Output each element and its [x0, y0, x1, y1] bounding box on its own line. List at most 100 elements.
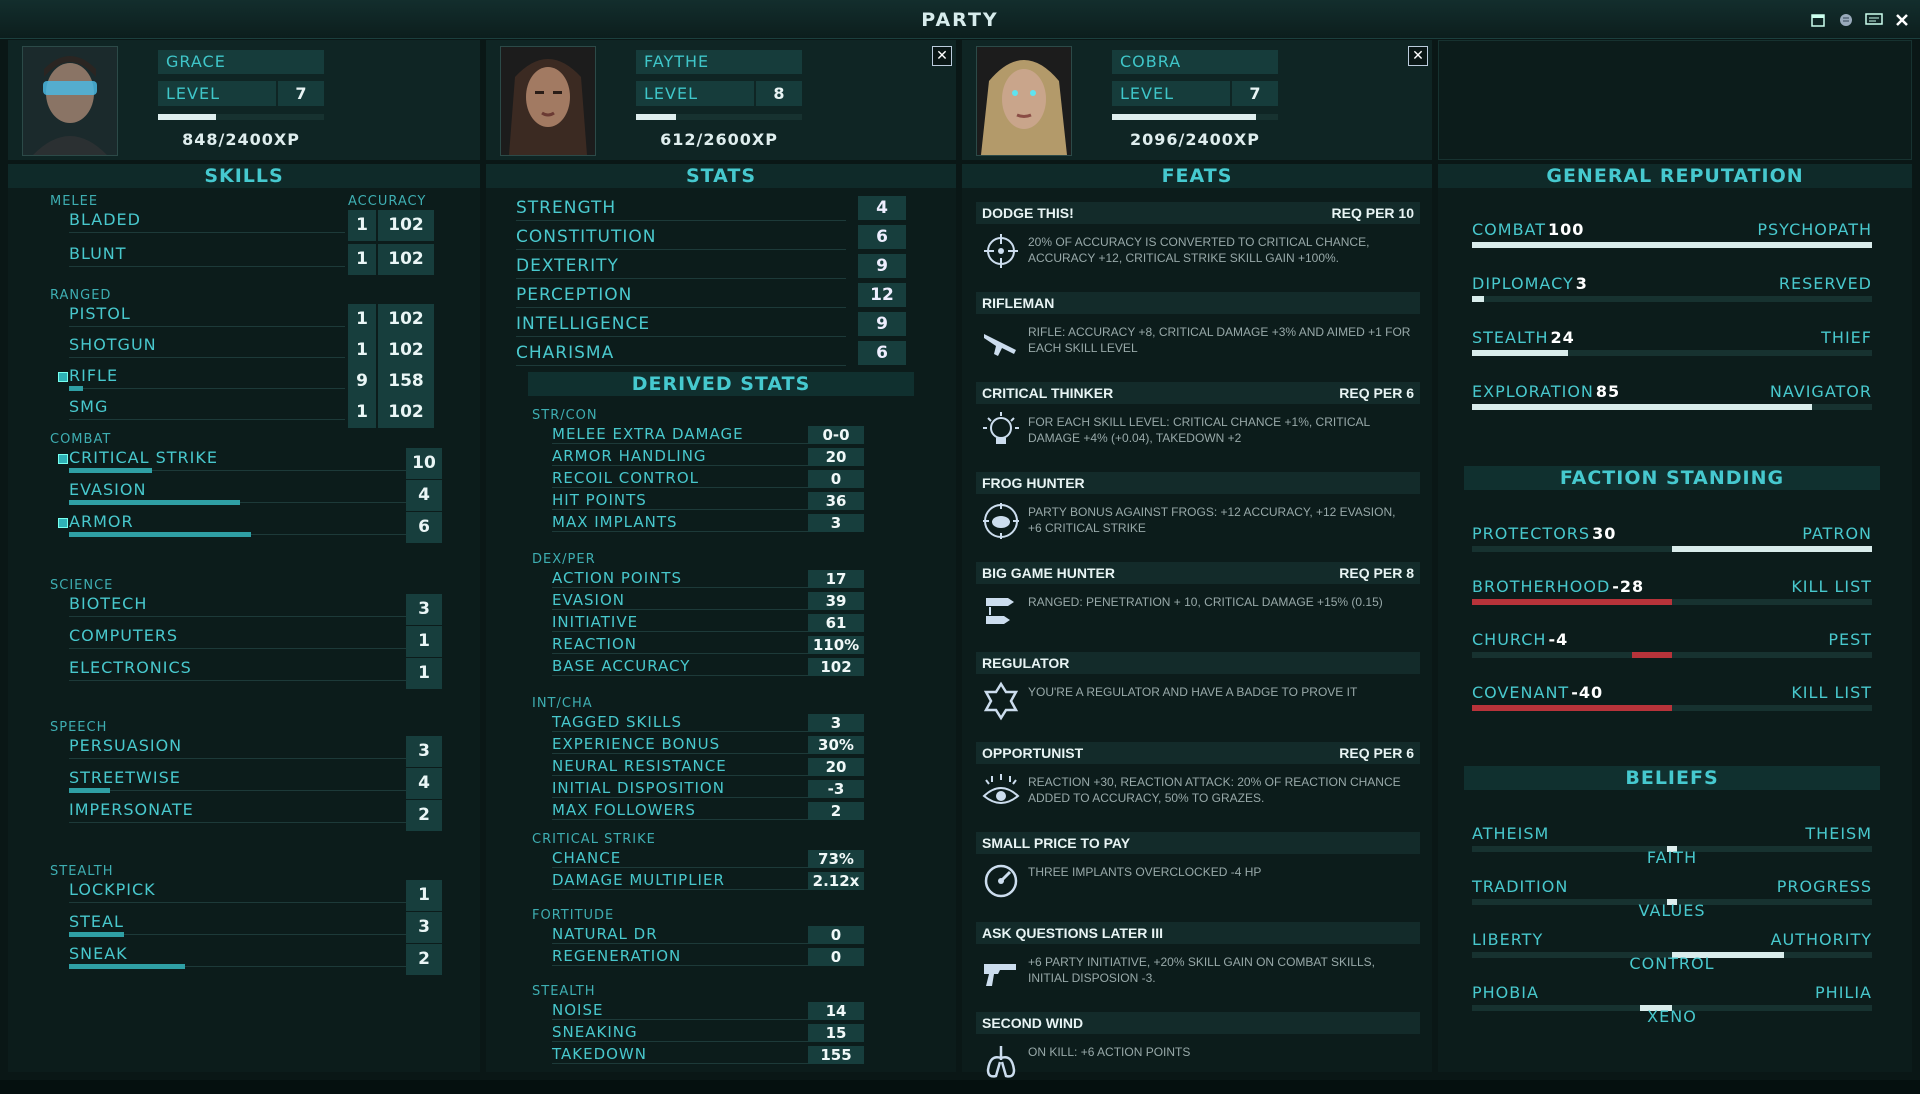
- skill-row[interactable]: EVASION 4: [8, 480, 480, 512]
- derived-stat-row[interactable]: MAX FOLLOWERS 2: [552, 802, 924, 820]
- feat-entry[interactable]: REGULATOR YOU'RE A REGULATOR AND HAVE A B…: [976, 652, 1420, 734]
- feat-requirement: REQ PER 6: [1339, 385, 1414, 401]
- character-card-grace[interactable]: GRACE LEVEL 7 848/2400XP: [8, 40, 480, 160]
- derived-stat-row[interactable]: ACTION POINTS 17: [552, 570, 924, 588]
- reputation-rank: NAVIGATOR: [1769, 382, 1872, 401]
- stat-row[interactable]: STRENGTH 4: [516, 196, 946, 222]
- skill-name: PERSUASION: [69, 736, 183, 755]
- skill-progress-bar: [69, 468, 152, 473]
- derived-stat-row[interactable]: NATURAL DR 0: [552, 926, 924, 944]
- derived-stat-row[interactable]: CHANCE 73%: [552, 850, 924, 868]
- derived-stat-row[interactable]: TAGGED SKILLS 3: [552, 714, 924, 732]
- skill-row[interactable]: BLUNT 1 102: [8, 244, 480, 278]
- derived-stat-row[interactable]: REGENERATION 0: [552, 948, 924, 966]
- faction-row[interactable]: CHURCH -4 PEST: [1472, 630, 1872, 670]
- feat-entry[interactable]: RIFLEMAN RIFLE: ACCURACY +8, CRITICAL DAM…: [976, 292, 1420, 374]
- close-window-icon[interactable]: [1892, 10, 1912, 30]
- skill-row[interactable]: SHOTGUN 1 102: [8, 335, 480, 366]
- feat-entry[interactable]: DODGE THIS! REQ PER 10 20% OF ACCURACY IS …: [976, 202, 1420, 284]
- derived-stat-name: SNEAKING: [552, 1024, 808, 1042]
- derived-stat-row[interactable]: MAX IMPLANTS 3: [552, 514, 924, 532]
- portrait-faythe[interactable]: [500, 46, 596, 156]
- derived-stat-row[interactable]: ARMOR HANDLING 20: [552, 448, 924, 466]
- skill-row[interactable]: STREETWISE 4: [8, 768, 480, 800]
- derived-stat-row[interactable]: INITIAL DISPOSITION -3: [552, 780, 924, 798]
- derived-stat-row[interactable]: RECOIL CONTROL 0: [552, 470, 924, 488]
- faction-row[interactable]: BROTHERHOOD -28 KILL LIST: [1472, 577, 1872, 617]
- skill-row[interactable]: RIFLE 9 158: [8, 366, 480, 397]
- feat-name: CRITICAL THINKER: [982, 385, 1114, 401]
- xp-bar: [636, 114, 802, 120]
- skill-value: 10: [406, 448, 442, 479]
- stat-row[interactable]: INTELLIGENCE 9: [516, 312, 946, 338]
- brain-icon[interactable]: [1836, 10, 1856, 30]
- skill-row[interactable]: PISTOL 1 102: [8, 304, 480, 335]
- stat-row[interactable]: DEXTERITY 9: [516, 254, 946, 280]
- character-card-faythe[interactable]: FAYTHE LEVEL 8 612/2600XP ✕: [486, 40, 956, 160]
- skill-row[interactable]: SMG 1 102: [8, 397, 480, 428]
- skill-progress-bar: [69, 788, 111, 793]
- portrait-grace[interactable]: [22, 46, 118, 156]
- faction-row[interactable]: COVENANT -40 KILL LIST: [1472, 683, 1872, 723]
- feat-entry[interactable]: SECOND WIND ON KILL: +6 ACTION POINTS: [976, 1012, 1420, 1094]
- feat-entry[interactable]: CRITICAL THINKER REQ PER 6 FOR EACH SKILL …: [976, 382, 1420, 464]
- remove-member-button[interactable]: ✕: [1408, 46, 1428, 66]
- skill-underline: [69, 902, 407, 903]
- derived-stat-row[interactable]: BASE ACCURACY 102: [552, 658, 924, 676]
- reputation-row[interactable]: EXPLORATION 85 NAVIGATOR: [1472, 382, 1872, 422]
- stat-name: CONSTITUTION: [516, 225, 846, 250]
- feat-entry[interactable]: BIG GAME HUNTER REQ PER 8 RANGED: PENETRAT…: [976, 562, 1420, 644]
- character-card-cobra[interactable]: COBRA LEVEL 7 2096/2400XP ✕: [962, 40, 1432, 160]
- skill-row[interactable]: ELECTRONICS 1: [8, 658, 480, 690]
- stat-row[interactable]: CONSTITUTION 6: [516, 225, 946, 251]
- stat-row[interactable]: PERCEPTION 12: [516, 283, 946, 309]
- remove-member-button[interactable]: ✕: [932, 46, 952, 66]
- derived-stat-row[interactable]: INITIATIVE 61: [552, 614, 924, 632]
- derived-stat-name: MELEE EXTRA DAMAGE: [552, 426, 808, 444]
- feat-entry[interactable]: OPPORTUNIST REQ PER 6 REACTION +30, REACTI…: [976, 742, 1420, 824]
- skill-row[interactable]: ARMOR 6: [8, 512, 480, 544]
- derived-stat-row[interactable]: TAKEDOWN 155: [552, 1046, 924, 1064]
- skill-row[interactable]: STEAL 3: [8, 912, 480, 944]
- skill-rank: 1: [348, 244, 376, 275]
- derived-stat-row[interactable]: DAMAGE MULTIPLIER 2.12x: [552, 872, 924, 890]
- calendar-icon[interactable]: [1808, 10, 1828, 30]
- empty-party-slot[interactable]: [1438, 40, 1912, 160]
- stat-row[interactable]: CHARISMA 6: [516, 341, 946, 367]
- skill-underline: [69, 266, 345, 267]
- derived-stat-row[interactable]: EXPERIENCE BONUS 30%: [552, 736, 924, 754]
- belief-right: PROGRESS: [1776, 877, 1872, 896]
- derived-group-label: CRITICAL STRIKE: [532, 832, 656, 847]
- skill-row[interactable]: COMPUTERS 1: [8, 626, 480, 658]
- reputation-row[interactable]: COMBAT 100 PSYCHOPATH: [1472, 220, 1872, 260]
- feat-header: CRITICAL THINKER REQ PER 6: [976, 382, 1420, 404]
- stats-panel: STATS DERIVED STATS STRENGTH 4 CONSTITUTIO…: [486, 164, 956, 1072]
- derived-stat-row[interactable]: REACTION 110%: [552, 636, 924, 654]
- faction-label: CHURCH: [1472, 630, 1547, 649]
- reputation-row[interactable]: STEALTH 24 THIEF: [1472, 328, 1872, 368]
- derived-stat-name: EXPERIENCE BONUS: [552, 736, 808, 754]
- derived-stat-row[interactable]: EVASION 39: [552, 592, 924, 610]
- skill-row[interactable]: CRITICAL STRIKE 10: [8, 448, 480, 480]
- skill-row[interactable]: BIOTECH 3: [8, 594, 480, 626]
- feat-entry[interactable]: ASK QUESTIONS LATER III +6 PARTY INITIATI…: [976, 922, 1420, 1004]
- feat-entry[interactable]: SMALL PRICE TO PAY THREE IMPLANTS OVERCLO…: [976, 832, 1420, 914]
- portrait-cobra[interactable]: [976, 46, 1072, 156]
- monitor-icon[interactable]: [1864, 10, 1884, 30]
- feat-entry[interactable]: FROG HUNTER PARTY BONUS AGAINST FROGS: +1…: [976, 472, 1420, 554]
- faction-track: [1472, 599, 1872, 605]
- skill-row[interactable]: PERSUASION 3: [8, 736, 480, 768]
- skill-row[interactable]: IMPERSONATE 2: [8, 800, 480, 832]
- derived-stat-row[interactable]: MELEE EXTRA DAMAGE 0-0: [552, 426, 924, 444]
- skill-name: SHOTGUN: [69, 335, 157, 354]
- derived-stat-row[interactable]: NEURAL RESISTANCE 20: [552, 758, 924, 776]
- reputation-row[interactable]: DIPLOMACY 3 RESERVED: [1472, 274, 1872, 314]
- skill-row[interactable]: LOCKPICK 1: [8, 880, 480, 912]
- derived-stat-row[interactable]: HIT POINTS 36: [552, 492, 924, 510]
- derived-stat-row[interactable]: NOISE 14: [552, 1002, 924, 1020]
- faction-row[interactable]: PROTECTORS 30 PATRON: [1472, 524, 1872, 564]
- skill-row[interactable]: BLADED 1 102: [8, 210, 480, 244]
- derived-stat-row[interactable]: SNEAKING 15: [552, 1024, 924, 1042]
- skill-row[interactable]: SNEAK 2: [8, 944, 480, 976]
- faction-value: -28: [1612, 577, 1645, 596]
